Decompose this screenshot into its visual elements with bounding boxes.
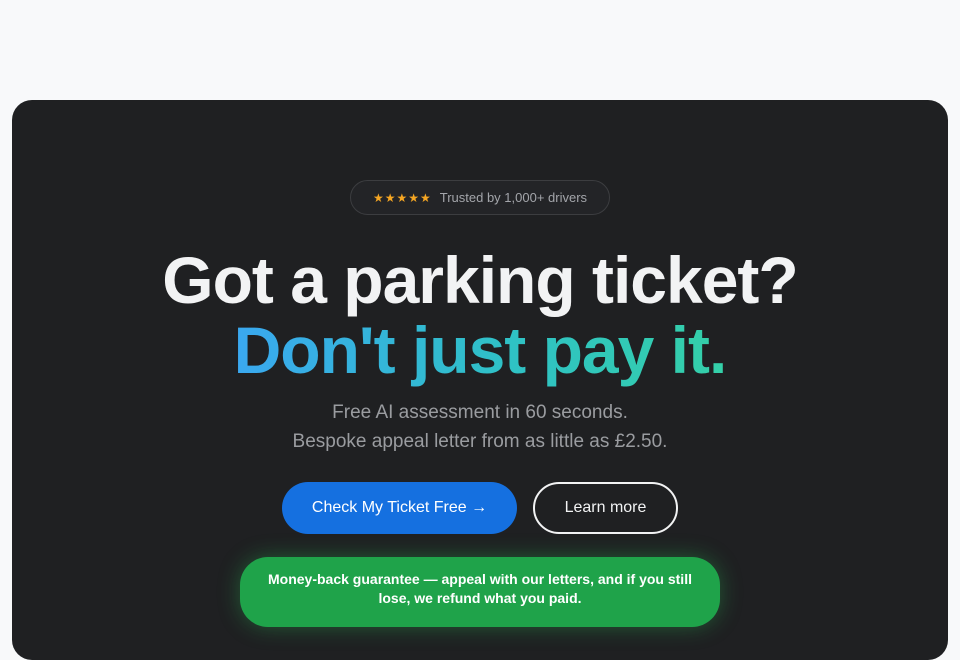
headline-line-2-wrapper: Don't just pay it. — [12, 312, 948, 388]
subtitle-line-2: Bespoke appeal letter from as little as … — [292, 431, 668, 452]
subtitle-line-1: Free AI assessment in 60 seconds. — [332, 402, 628, 423]
hero-section: ★★★★★ Trusted by 1,000+ drivers Got a pa… — [12, 100, 948, 660]
headline-line-1: Got a parking ticket? — [162, 243, 798, 317]
headline-line-2: Don't just pay it. — [233, 313, 728, 387]
money-back-guarantee-banner: Money-back guarantee — appeal with our l… — [240, 557, 720, 627]
guarantee-text: Money-back guarantee — appeal with our l… — [268, 571, 692, 606]
rating-stars-icon: ★★★★★ — [372, 190, 432, 205]
check-ticket-button[interactable]: Check My Ticket Free → — [282, 482, 517, 534]
trust-badge: ★★★★★ Trusted by 1,000+ drivers — [350, 180, 610, 215]
trust-text: Trusted by 1,000+ drivers — [439, 190, 588, 205]
learn-more-button[interactable]: Learn more — [533, 482, 678, 534]
